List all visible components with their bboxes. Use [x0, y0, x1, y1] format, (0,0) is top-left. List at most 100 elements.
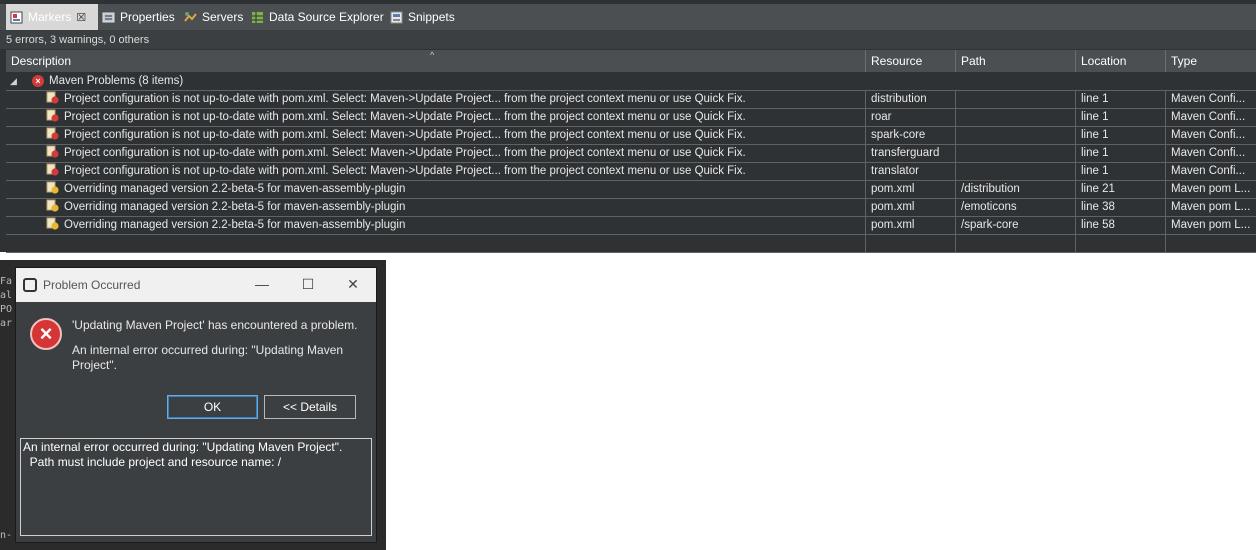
empty-row	[6, 235, 1256, 253]
cell-type: Maven Confi...	[1171, 111, 1246, 123]
error-marker-icon	[46, 91, 59, 104]
cell-type: Maven Confi...	[1171, 129, 1246, 141]
error-marker-icon	[46, 109, 59, 122]
cell-location: line 1	[1076, 91, 1166, 108]
markers-table: Description ^ Resource Path Location Typ…	[6, 50, 1256, 253]
minimize-icon[interactable]: —	[252, 276, 272, 292]
tab-label: Data Source Explorer	[269, 10, 384, 24]
cell-path: /emoticons	[956, 199, 1076, 216]
markers-icon	[10, 11, 23, 24]
table-row[interactable]: Project configuration is not up-to-date …	[6, 163, 1256, 181]
expand-toggle-icon[interactable]: ◢	[10, 76, 17, 87]
column-header-description[interactable]: Description ^	[6, 50, 866, 72]
dialog-title: Problem Occurred	[43, 278, 141, 292]
tab-servers[interactable]: Servers	[184, 4, 243, 30]
warning-marker-icon	[46, 217, 59, 230]
cell-type: Maven Confi...	[1171, 165, 1246, 177]
cell-type: Maven Confi...	[1171, 93, 1246, 105]
table-row[interactable]: Overriding managed version 2.2-beta-5 fo…	[6, 217, 1256, 235]
column-header-path[interactable]: Path	[956, 50, 1076, 72]
view-tab-bar: Markers ☒ Properties Servers Data Source…	[0, 4, 1256, 31]
cell-path	[956, 145, 1076, 162]
console-fragment: Fa	[0, 276, 13, 287]
cell-description: Project configuration is not up-to-date …	[6, 145, 866, 162]
cell-location: line 21	[1076, 181, 1166, 198]
dialog-message: 'Updating Maven Project' has encountered…	[72, 318, 358, 332]
cell-location: line 58	[1076, 217, 1166, 234]
cell-description: Project configuration is not up-to-date …	[6, 127, 866, 144]
cell-description: Overriding managed version 2.2-beta-5 fo…	[6, 217, 866, 234]
details-text-area[interactable]: An internal error occurred during: "Upda…	[20, 438, 372, 536]
tab-label: Properties	[120, 10, 175, 24]
cell-description: Overriding managed version 2.2-beta-5 fo…	[6, 199, 866, 216]
tab-label: Snippets	[408, 10, 455, 24]
dialog-title-bar[interactable]: Problem Occurred — ☐ ✕	[16, 268, 376, 302]
cell-path	[956, 127, 1076, 144]
cell-description: Project configuration is not up-to-date …	[6, 109, 866, 126]
cell-location: line 1	[1076, 127, 1166, 144]
cell-resource: distribution	[866, 91, 956, 108]
tab-data-source-explorer[interactable]: Data Source Explorer	[251, 4, 384, 30]
table-row[interactable]: Project configuration is not up-to-date …	[6, 109, 1256, 127]
close-icon[interactable]: ☒	[76, 11, 86, 24]
error-marker-icon	[46, 127, 59, 140]
cell-location: line 1	[1076, 109, 1166, 126]
cell-path	[956, 91, 1076, 108]
cell-location: line 38	[1076, 199, 1166, 216]
column-header-type[interactable]: Type	[1166, 50, 1256, 72]
cell-location: line 1	[1076, 163, 1166, 180]
cell-resource: transferguard	[866, 145, 956, 162]
group-row-maven-problems[interactable]: ◢ × Maven Problems (8 items)	[6, 73, 1256, 91]
table-row[interactable]: Project configuration is not up-to-date …	[6, 145, 1256, 163]
cell-type: Maven pom L...	[1171, 183, 1251, 195]
dialog-detail-message: An internal error occurred during: "Upda…	[72, 343, 344, 372]
error-icon: ×	[30, 318, 62, 350]
warning-marker-icon	[46, 181, 59, 194]
tab-snippets[interactable]: Snippets	[390, 4, 455, 30]
cell-path: /spark-core	[956, 217, 1076, 234]
console-fragment: al	[0, 290, 13, 301]
cell-path	[956, 163, 1076, 180]
cell-resource: pom.xml	[866, 199, 956, 216]
ok-button[interactable]: OK	[167, 395, 258, 419]
table-row[interactable]: Overriding managed version 2.2-beta-5 fo…	[6, 181, 1256, 199]
table-row[interactable]: Project configuration is not up-to-date …	[6, 127, 1256, 145]
tab-properties[interactable]: Properties	[102, 4, 175, 30]
cell-description: Overriding managed version 2.2-beta-5 fo…	[6, 181, 866, 198]
cell-resource: pom.xml	[866, 181, 956, 198]
cell-path: /distribution	[956, 181, 1076, 198]
servers-icon	[184, 11, 197, 24]
tab-label: Markers	[28, 10, 72, 24]
console-fragment: n-	[0, 530, 13, 541]
problem-occurred-dialog: Problem Occurred — ☐ ✕ × 'Updating Maven…	[15, 267, 377, 543]
cell-type: Maven pom L...	[1171, 219, 1251, 231]
snippets-icon	[390, 11, 403, 24]
cell-resource: translator	[866, 163, 956, 180]
cell-description: Project configuration is not up-to-date …	[6, 163, 866, 180]
tab-label: Servers	[202, 10, 244, 24]
error-icon: ×	[32, 75, 44, 87]
cell-resource: roar	[866, 109, 956, 126]
close-icon[interactable]: ✕	[343, 276, 363, 293]
markers-view: Markers ☒ Properties Servers Data Source…	[0, 0, 1256, 253]
cell-path	[956, 109, 1076, 126]
console-fragment: ar	[0, 318, 13, 329]
sort-indicator-icon: ^	[430, 50, 435, 60]
group-label: Maven Problems (8 items)	[49, 75, 184, 87]
cell-type: Maven pom L...	[1171, 201, 1251, 213]
markers-summary: 5 errors, 3 warnings, 0 others	[0, 31, 1256, 49]
table-row[interactable]: Overriding managed version 2.2-beta-5 fo…	[6, 199, 1256, 217]
tab-markers[interactable]: Markers ☒	[6, 4, 98, 30]
details-button[interactable]: << Details	[264, 395, 356, 419]
cell-type: Maven Confi...	[1171, 147, 1246, 159]
error-marker-icon	[46, 145, 59, 158]
maximize-icon[interactable]: ☐	[298, 276, 318, 293]
warning-marker-icon	[46, 199, 59, 212]
cell-location: line 1	[1076, 145, 1166, 162]
cell-resource: pom.xml	[866, 217, 956, 234]
data-source-explorer-icon	[251, 11, 264, 24]
error-marker-icon	[46, 163, 59, 176]
column-header-resource[interactable]: Resource	[866, 50, 956, 72]
column-header-location[interactable]: Location	[1076, 50, 1166, 72]
table-row[interactable]: Project configuration is not up-to-date …	[6, 91, 1256, 109]
